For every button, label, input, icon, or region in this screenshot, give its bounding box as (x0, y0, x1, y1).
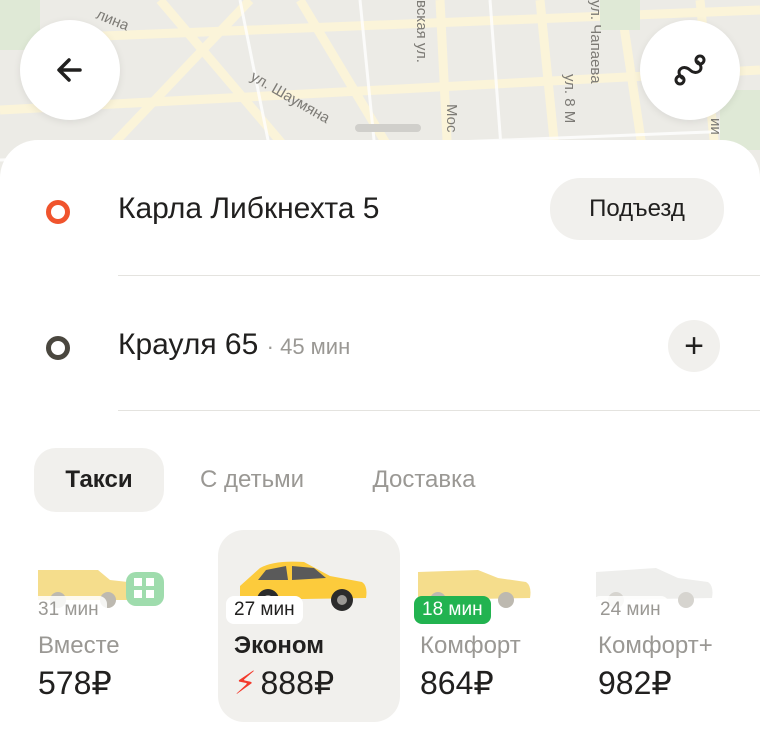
tariff-name: Комфорт (420, 632, 521, 659)
tariff-name: Вместе (38, 632, 120, 659)
divider (118, 275, 760, 276)
tariff-time: 27 мин (226, 596, 303, 624)
destination-dot-icon (46, 336, 70, 360)
tariff-time: 18 мин (414, 596, 491, 624)
destination-row[interactable]: Крауля 65 · 45 мин (118, 328, 350, 362)
tab-taxi[interactable]: Такси (34, 448, 164, 512)
origin-dot-icon (46, 200, 70, 224)
tab-delivery[interactable]: Доставка (352, 448, 496, 512)
tariff-time: 31 мин (30, 596, 107, 624)
destination-address: Крауля 65 (118, 328, 259, 361)
tariff-price: 982₽ (598, 665, 672, 701)
destination-eta: · 45 мин (266, 334, 351, 359)
tariff-name: Комфорт+ (598, 632, 713, 659)
tariff-price: 864₽ (420, 665, 494, 701)
street-label: ии (707, 118, 724, 135)
tariff-card-economy[interactable]: 27 мин Эконом ⚡ 888₽ (218, 530, 400, 722)
street-label: вская ул. (413, 0, 430, 63)
add-stop-button[interactable]: + (668, 320, 720, 372)
tab-kids[interactable]: С детьми (182, 448, 322, 512)
street-label: Мос (443, 104, 460, 133)
tariff-time: 24 мин (592, 596, 669, 624)
street-label: ул. 8 М (561, 74, 578, 124)
route-icon (674, 54, 706, 86)
street-label: ул. Чапаева (587, 0, 604, 84)
tariff-card-comfort-plus[interactable]: 24 мин Комфорт+ 982₽ (578, 530, 760, 722)
tariff-price: 888₽ (260, 665, 335, 701)
tariff-card-together[interactable]: 31 мин Вместе 578₽ (0, 530, 182, 722)
divider (118, 410, 760, 411)
origin-address[interactable]: Карла Либкнехта 5 (118, 192, 379, 226)
tariff-card-comfort[interactable]: 18 мин Комфорт 864₽ (400, 530, 582, 722)
tariff-price-row: ⚡ 888₽ (234, 664, 334, 702)
tariff-price: 578₽ (38, 665, 112, 701)
back-button[interactable] (20, 20, 120, 120)
entrance-button[interactable]: Подъезд (550, 178, 724, 240)
surge-bolt-icon: ⚡ (234, 665, 257, 701)
arrow-left-icon (57, 58, 82, 82)
tariff-name: Эконом (234, 632, 325, 659)
sheet-grabber[interactable] (355, 124, 421, 132)
route-button[interactable] (640, 20, 740, 120)
